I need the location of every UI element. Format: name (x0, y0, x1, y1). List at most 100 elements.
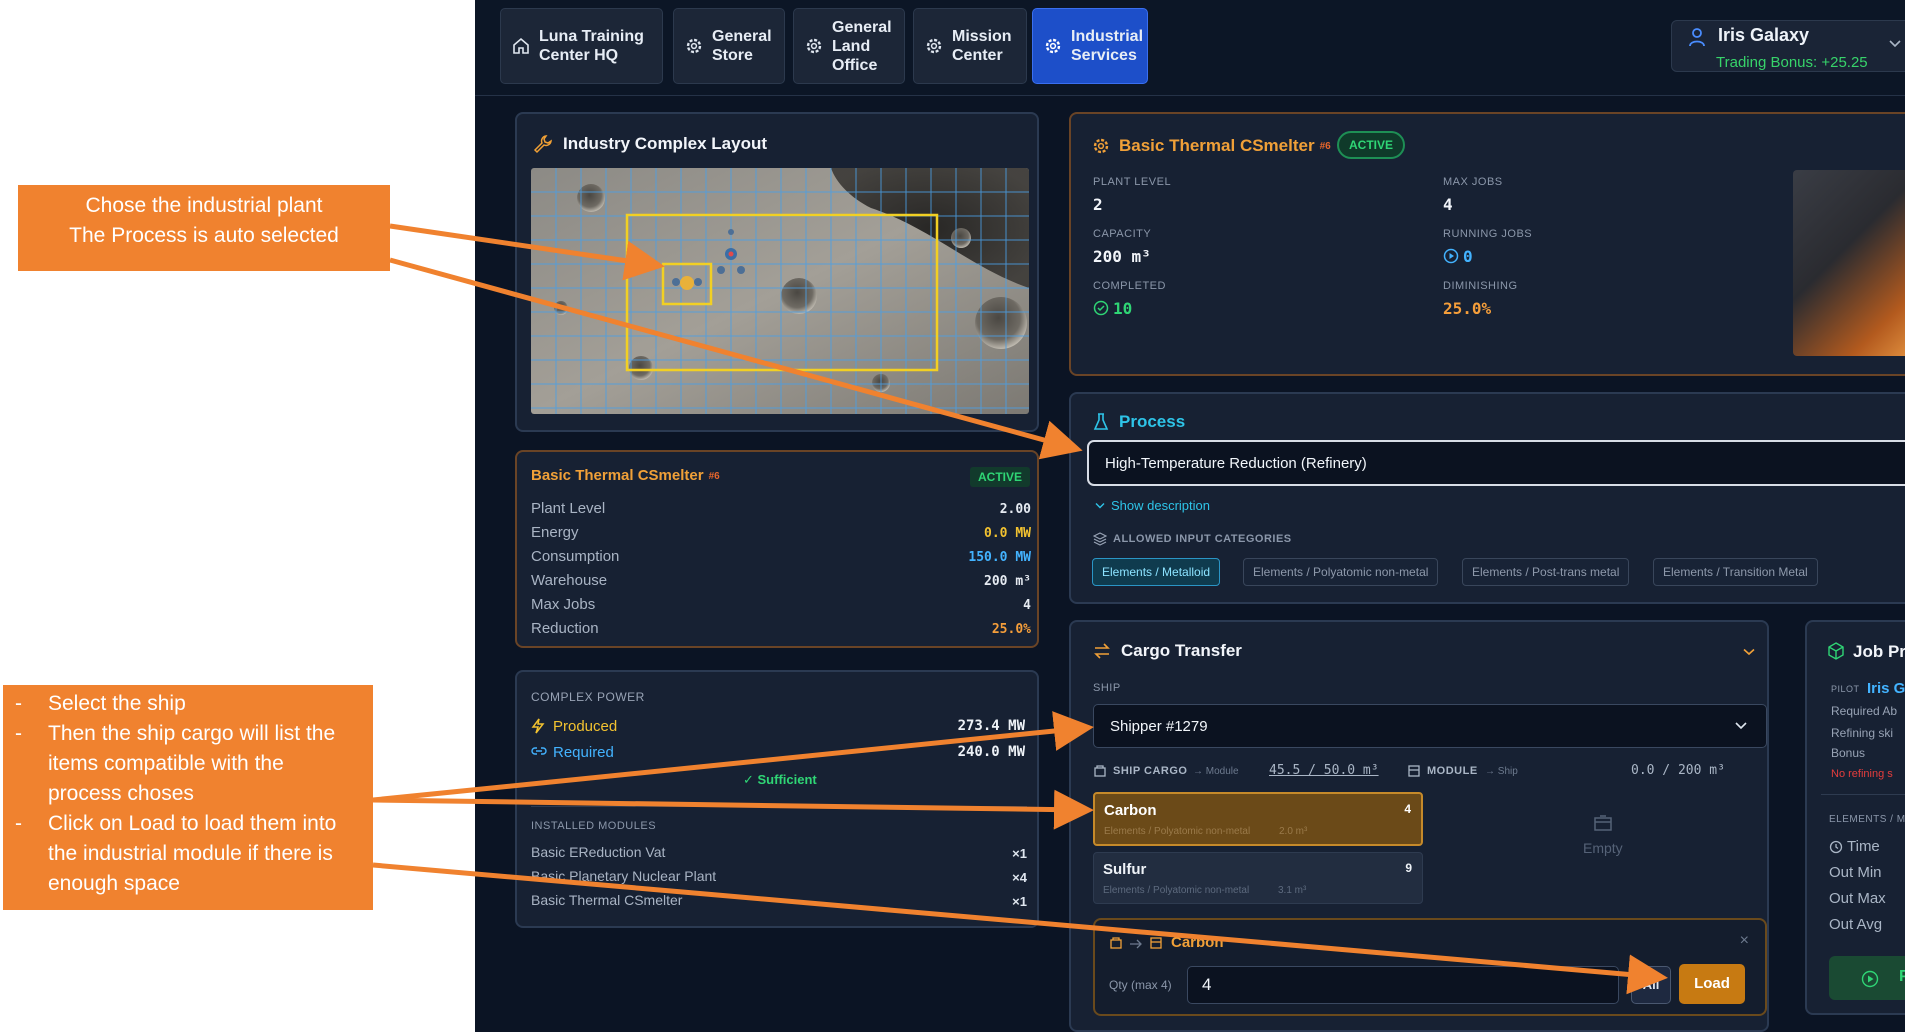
job-warning: No refining s (1831, 768, 1893, 780)
category-chip[interactable]: Elements / Polyatomic non-metal (1243, 558, 1439, 586)
job-line: Bonus (1831, 746, 1866, 760)
completed-value: 10 (1113, 299, 1133, 318)
plant-number-tag: #6 (708, 470, 720, 482)
transfer-arrows-icon (1094, 643, 1110, 659)
close-icon[interactable]: × (1740, 932, 1749, 950)
transfer-box: Carbon × Qty (max 4) All Load (1093, 918, 1767, 1016)
complex-map[interactable] (531, 168, 1029, 414)
cargo-item-sulfur[interactable]: Sulfur 9 Elements / Polyatomic non-metal… (1093, 852, 1423, 904)
status-badge: ACTIVE (970, 467, 1031, 487)
category-chip[interactable]: Elements / Post-trans metal (1462, 558, 1630, 586)
top-navigation: Luna Training Center HQ General Store Ge… (475, 0, 1905, 96)
empty-box-icon (1594, 815, 1612, 831)
module-row: Basic Planetary Nuclear Plant ×4 (531, 868, 1027, 885)
gear-icon (806, 38, 822, 54)
process-title: Process (1119, 412, 1186, 431)
user-icon (1689, 28, 1705, 47)
show-description-link[interactable]: Show description (1111, 498, 1210, 513)
job-preview-panel: Job Pr PILOT Iris G Required Ab Refining… (1805, 620, 1905, 1015)
module-label: MODULE (1427, 765, 1478, 777)
chevron-down-icon (1889, 40, 1901, 48)
link-icon (531, 747, 547, 755)
modules-title: INSTALLED MODULES (531, 820, 657, 832)
gear-icon (686, 38, 702, 54)
stat-row: Max Jobs 4 (531, 596, 1031, 613)
ship-select[interactable]: Shipper #1279 (1093, 704, 1767, 748)
gear-icon (926, 38, 942, 54)
annotation-callout-top: Chose the industrial plant The Process i… (18, 185, 390, 271)
module-sub: → Ship (1485, 766, 1518, 777)
category-chip[interactable]: Elements / Transition Metal (1653, 558, 1818, 586)
clock-icon (1829, 840, 1843, 854)
ship-cargo-capacity: 45.5 / 50.0 m³ (1269, 763, 1379, 778)
capacity-value: 200 m³ (1093, 247, 1151, 266)
running-jobs-label: RUNNING JOBS (1443, 228, 1533, 240)
tab-label: Luna Training Center HQ (539, 28, 644, 64)
tab-label: General Store (712, 28, 772, 64)
plant-summary-card[interactable]: Basic Thermal CSmelter #6 ACTIVE Plant Le… (515, 450, 1039, 648)
power-status: ✓ Sufficient (743, 772, 817, 787)
job-title: Job Pr (1853, 642, 1905, 661)
stat-row: Reduction 25.0% (531, 620, 1031, 637)
chevron-down-icon (1735, 722, 1747, 730)
stat-row: Plant Level 2.00 (531, 500, 1031, 517)
category-chip[interactable]: Elements / Metalloid (1092, 558, 1221, 586)
pilot-label: PILOT (1831, 684, 1860, 694)
plant-detail-panel: Basic Thermal CSmelter #6 ACTIVE PLANT LE… (1069, 112, 1905, 376)
ship-cargo-sub: → Module (1193, 766, 1239, 777)
annotation-step: Click on Load to load them into the indu… (15, 809, 363, 899)
plant-name: Basic Thermal CSmelter (1119, 136, 1315, 155)
check-circle-icon (1093, 300, 1109, 316)
plant-number-tag: #6 (1319, 141, 1331, 153)
status-badge: ACTIVE (1337, 131, 1406, 159)
required-label: Required (553, 744, 614, 761)
power-title: COMPLEX POWER (531, 690, 645, 704)
cargo-item-carbon[interactable]: Carbon 4 Elements / Polyatomic non-metal… (1093, 792, 1423, 846)
industry-complex-layout-panel: Industry Complex Layout (515, 112, 1039, 432)
stat-row: Warehouse 200 m³ (531, 572, 1031, 589)
arrow-right-icon (1130, 939, 1142, 949)
tab-label: General Land Office (832, 18, 892, 74)
cargo-transfer-panel: Cargo Transfer SHIP Shipper #1279 SHIP C… (1069, 620, 1769, 1032)
flask-icon (1093, 413, 1109, 430)
allowed-categories-label: ALLOWED INPUT CATEGORIES (1113, 533, 1292, 545)
tab-label: Mission Center (952, 28, 1012, 64)
job-stat: Out Avg (1829, 916, 1883, 933)
tab-general-land-office[interactable]: General Land Office (793, 8, 905, 84)
layout-title: Industry Complex Layout (563, 134, 768, 153)
tab-luna-training-center[interactable]: Luna Training Center HQ (500, 8, 663, 84)
tab-general-store[interactable]: General Store (673, 8, 785, 84)
play-circle-icon (1443, 248, 1459, 264)
complex-power-panel: COMPLEX POWER Produced 273.4 MW Required… (515, 670, 1039, 928)
plant-summary-title: Basic Thermal CSmelter #6 (531, 467, 720, 484)
job-line: Required Ab (1831, 704, 1898, 718)
package-icon (1110, 937, 1122, 949)
annotation-step: Then the ship cargo will list the items … (15, 719, 363, 809)
required-value: 240.0 MW (957, 744, 1025, 760)
load-button[interactable]: Load (1679, 964, 1745, 1004)
plant-level-label: PLANT LEVEL (1093, 176, 1172, 188)
job-stat: Time (1847, 838, 1880, 855)
produced-value: 273.4 MW (957, 718, 1025, 734)
plant-image (1793, 170, 1905, 356)
moon-surface-map (531, 168, 1029, 414)
plant-name: Basic Thermal CSmelter (531, 467, 704, 484)
job-line: Refining ski (1831, 726, 1894, 740)
module-capacity: 0.0 / 200 m³ (1631, 763, 1725, 778)
process-select[interactable]: High-Temperature Reduction (Refinery) (1087, 440, 1905, 486)
start-job-button[interactable]: P (1829, 956, 1905, 1000)
qty-input[interactable] (1187, 966, 1619, 1004)
divider (531, 806, 1027, 807)
tab-mission-center[interactable]: Mission Center (913, 8, 1027, 84)
elements-label: ELEMENTS / M (1829, 814, 1905, 825)
user-account-dropdown[interactable]: Iris Galaxy Trading Bonus: +25.25 (1671, 20, 1905, 72)
tab-industrial-services[interactable]: Industrial Services (1032, 8, 1148, 84)
all-button[interactable]: All (1631, 966, 1671, 1004)
wrench-icon (533, 135, 552, 154)
capacity-label: CAPACITY (1093, 228, 1152, 240)
ship-label: SHIP (1093, 682, 1121, 694)
chevron-down-icon[interactable] (1743, 648, 1755, 656)
cargo-title: Cargo Transfer (1121, 641, 1242, 660)
produced-label: Produced (553, 718, 618, 735)
cube-icon (1828, 642, 1844, 660)
